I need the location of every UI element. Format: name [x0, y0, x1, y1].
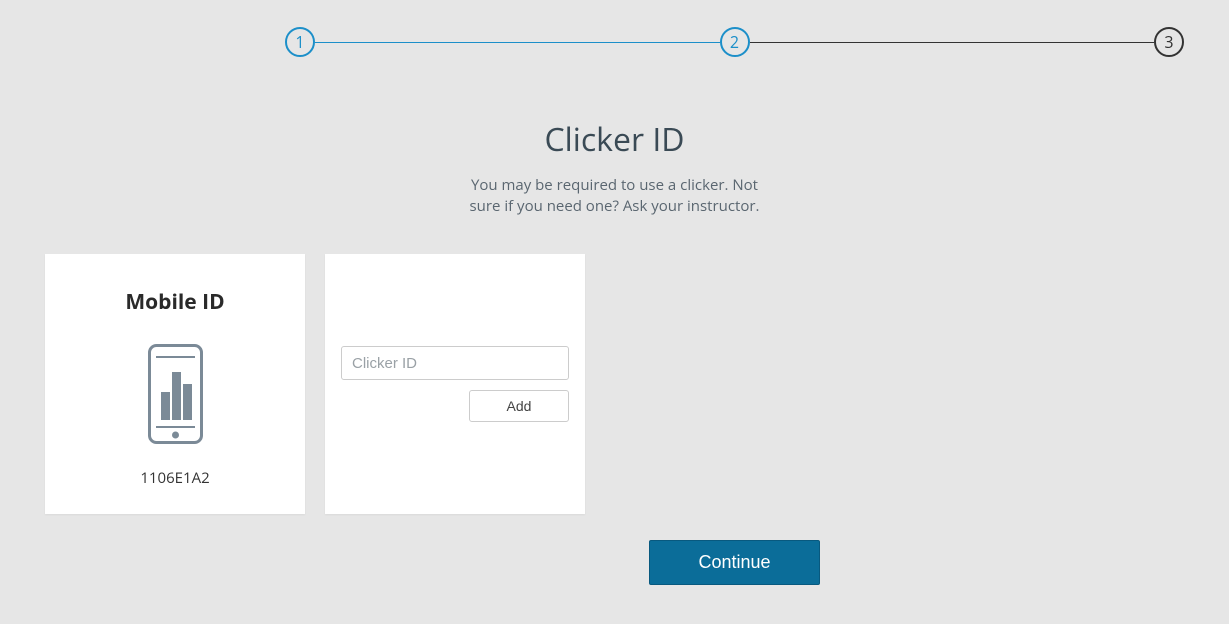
- mobile-id-title: Mobile ID: [125, 288, 224, 316]
- step-2-label: 2: [730, 31, 739, 53]
- clicker-id-card: Add: [325, 254, 585, 514]
- cards-row: Mobile ID 1106E1A2 Add: [45, 254, 585, 514]
- continue-button[interactable]: Continue: [649, 540, 820, 585]
- step-1-label: 1: [295, 31, 304, 53]
- step-3-label: 3: [1164, 31, 1173, 53]
- mobile-id-value: 1106E1A2: [140, 468, 209, 488]
- step-line-1-2: [315, 42, 720, 43]
- add-row: Add: [341, 390, 569, 422]
- step-line-2-3: [750, 42, 1155, 43]
- phone-bars-icon: [148, 344, 203, 444]
- mobile-id-card: Mobile ID 1106E1A2: [45, 254, 305, 514]
- step-2[interactable]: 2: [720, 27, 750, 57]
- clicker-id-input[interactable]: [341, 346, 569, 380]
- step-1[interactable]: 1: [285, 27, 315, 57]
- page-subtitle: You may be required to use a clicker. No…: [465, 175, 765, 217]
- page-header: Clicker ID You may be required to use a …: [0, 118, 1229, 217]
- page-title: Clicker ID: [0, 118, 1229, 161]
- progress-stepper: 1 2 3: [285, 22, 1184, 62]
- step-3: 3: [1154, 27, 1184, 57]
- add-button[interactable]: Add: [469, 390, 569, 422]
